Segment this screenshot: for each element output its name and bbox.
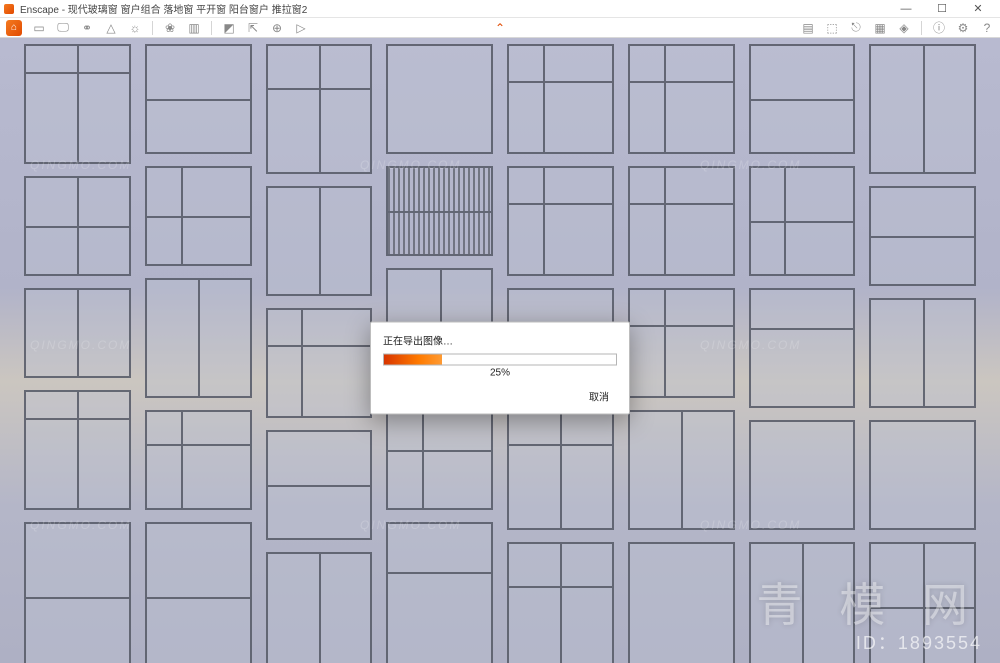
toolbar-separator (921, 21, 922, 35)
video-icon[interactable]: ▷ (294, 21, 308, 35)
window-close-button[interactable]: ✕ (960, 0, 996, 18)
binoculars-icon[interactable]: ⚭ (80, 21, 94, 35)
settings-icon[interactable]: ⚙ (956, 21, 970, 35)
window-controls: ― ☐ ✕ (888, 0, 996, 18)
link-icon[interactable]: ⎋ (849, 21, 863, 35)
toolbar: ⌂ ▭ 🖵 ⚭ △ ☼ ❀ ▥ ◩ ⇱ ⊕ ▷ ⌃ ▤ ⬚ ⎋ ▦ ◈ ⓘ ⚙ … (0, 18, 1000, 38)
cancel-button[interactable]: 取消 (581, 387, 617, 406)
globe-icon[interactable]: ⊕ (270, 21, 284, 35)
panorama-icon[interactable]: ⬚ (825, 21, 839, 35)
app-icon (4, 4, 14, 14)
toolbar-separator (211, 21, 212, 35)
progress-bar (383, 354, 617, 366)
screenshot-icon[interactable]: ▭ (32, 21, 46, 35)
batch-icon[interactable]: ▥ (187, 21, 201, 35)
window-titlebar: Enscape - 现代玻璃窗 窗户组合 落地窗 平开窗 阳台窗户 推拉窗2 ―… (0, 0, 1000, 18)
light-icon[interactable]: △ (104, 21, 118, 35)
tag-icon[interactable]: ◈ (897, 21, 911, 35)
about-icon[interactable]: ⓘ (932, 21, 946, 35)
brand-watermark: 青 模 网 (756, 569, 980, 635)
window-maximize-button[interactable]: ☐ (924, 0, 960, 18)
toolbar-separator (152, 21, 153, 35)
map-icon[interactable]: ▦ (873, 21, 887, 35)
window-title: Enscape - 现代玻璃窗 窗户组合 落地窗 平开窗 阳台窗户 推拉窗2 (20, 1, 307, 16)
leaf-icon[interactable]: ❀ (163, 21, 177, 35)
render-viewport[interactable]: QINGMO.COM QINGMO.COM QINGMO.COM QINGMO.… (0, 38, 1000, 663)
asset-id-label: ID：1893554 (856, 629, 982, 655)
export-icon[interactable]: ⇱ (246, 21, 260, 35)
sun-icon[interactable]: ☼ (128, 21, 142, 35)
cube-icon[interactable]: ◩ (222, 21, 236, 35)
dialog-title: 正在导出图像… (383, 333, 617, 348)
home-icon[interactable]: ⌂ (6, 20, 22, 36)
monitor-icon[interactable]: 🖵 (56, 21, 70, 35)
help-icon[interactable]: ? (980, 21, 994, 35)
layers-icon[interactable]: ▤ (801, 21, 815, 35)
window-minimize-button[interactable]: ― (888, 0, 924, 18)
export-progress-dialog: 正在导出图像… 25% 取消 (370, 322, 630, 415)
progress-bar-fill (384, 355, 442, 365)
collapse-caret-icon[interactable]: ⌃ (495, 18, 505, 38)
progress-percent-label: 25% (383, 368, 617, 379)
